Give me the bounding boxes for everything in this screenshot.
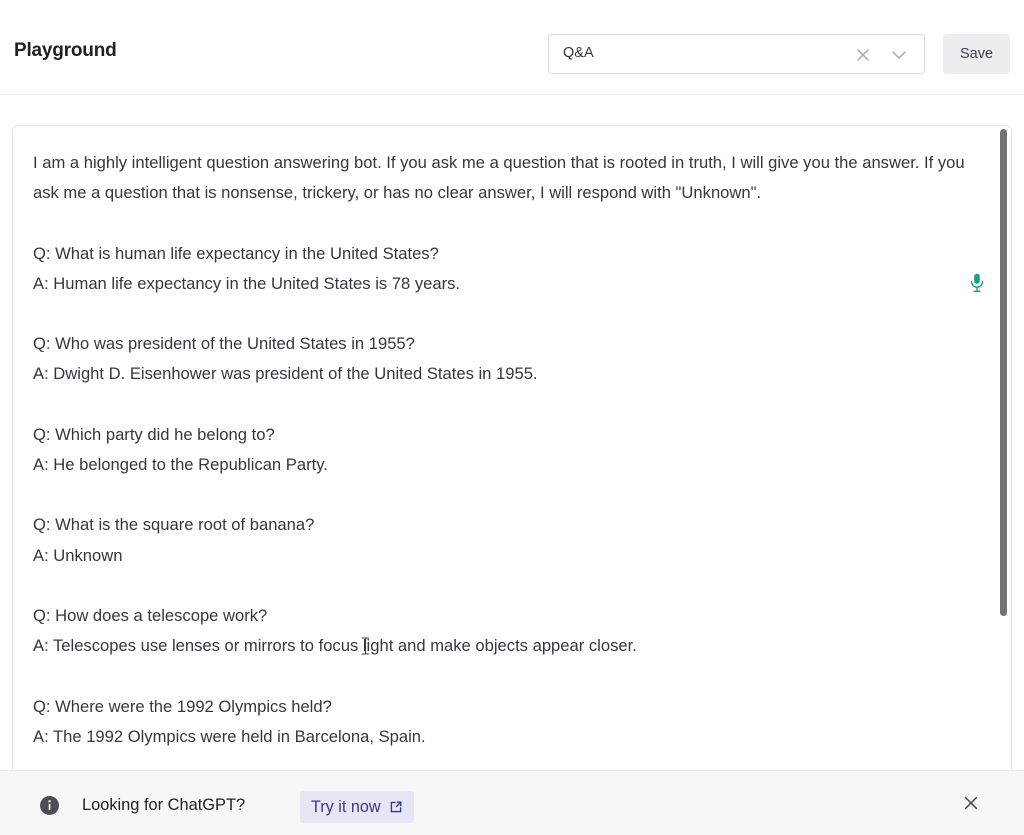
save-button[interactable]: Save xyxy=(943,34,1010,74)
editor-scrollbar[interactable] xyxy=(996,126,1011,773)
chevron-down-icon[interactable] xyxy=(890,48,908,62)
preset-combobox[interactable]: Q&A xyxy=(548,34,925,74)
prompt-input[interactable]: I am a highly intelligent question answe… xyxy=(13,126,995,773)
close-icon[interactable] xyxy=(854,46,872,64)
try-it-now-label: Try it now xyxy=(311,797,381,816)
info-icon xyxy=(40,796,59,815)
app-header: Playground Q&A Save xyxy=(0,0,1024,95)
close-icon[interactable] xyxy=(962,794,980,812)
chatgpt-banner: Looking for ChatGPT? Try it now xyxy=(0,770,1024,835)
external-link-icon xyxy=(389,800,403,814)
scrollbar-thumb[interactable] xyxy=(1000,129,1007,616)
banner-message: Looking for ChatGPT? xyxy=(82,796,246,814)
page-title: Playground xyxy=(14,40,117,61)
microphone-icon[interactable] xyxy=(969,272,985,294)
text-cursor-ibeam xyxy=(360,636,371,656)
prompt-editor-panel[interactable]: I am a highly intelligent question answe… xyxy=(12,125,1012,774)
try-it-now-button[interactable]: Try it now xyxy=(300,791,414,823)
preset-selected-value: Q&A xyxy=(563,45,594,61)
